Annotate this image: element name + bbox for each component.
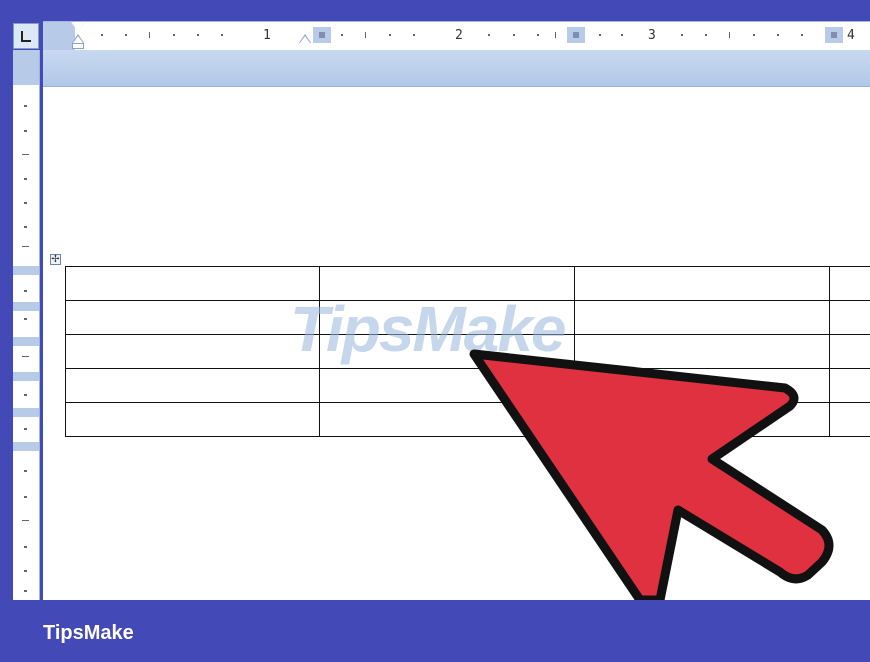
footer-brand: TipsMake xyxy=(43,622,134,644)
pointer-arrow-icon xyxy=(469,349,834,605)
footer-bar: TipsMake xyxy=(0,600,870,662)
